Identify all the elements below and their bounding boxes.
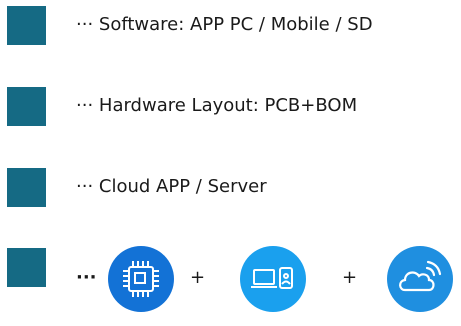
list-item-text: ··· Hardware Layout: PCB+BOM <box>76 86 357 126</box>
bullet-square <box>7 168 46 207</box>
bullet-square <box>7 248 46 287</box>
ellipsis-prefix: ··· <box>76 14 94 35</box>
bullet-square <box>7 87 46 126</box>
list-item-software: ··· Software: APP PC / Mobile / SD <box>0 5 461 45</box>
list-item-hardware: ··· Hardware Layout: PCB+BOM <box>0 86 461 126</box>
list-item-text: ··· Cloud APP / Server <box>76 167 267 207</box>
item-label: Hardware Layout: PCB+BOM <box>98 95 358 116</box>
plus-sign: + <box>190 267 206 288</box>
list-item-cloud: ··· Cloud APP / Server <box>0 167 461 207</box>
item-label: Software: APP PC / Mobile / SD <box>98 14 373 35</box>
list-item-combination: ··· + + <box>0 246 461 317</box>
laptop-phone-icon <box>240 246 306 312</box>
ellipsis-prefix: ··· <box>76 176 94 197</box>
item-label: Cloud APP / Server <box>98 176 267 197</box>
cloud-wireless-icon <box>387 246 453 312</box>
chip-icon <box>108 246 174 312</box>
bullet-square <box>7 6 46 45</box>
plus-sign: + <box>342 267 358 288</box>
ellipsis-prefix: ··· <box>76 95 94 116</box>
ellipsis-prefix: ··· <box>76 267 97 288</box>
list-item-text: ··· Software: APP PC / Mobile / SD <box>76 5 373 45</box>
